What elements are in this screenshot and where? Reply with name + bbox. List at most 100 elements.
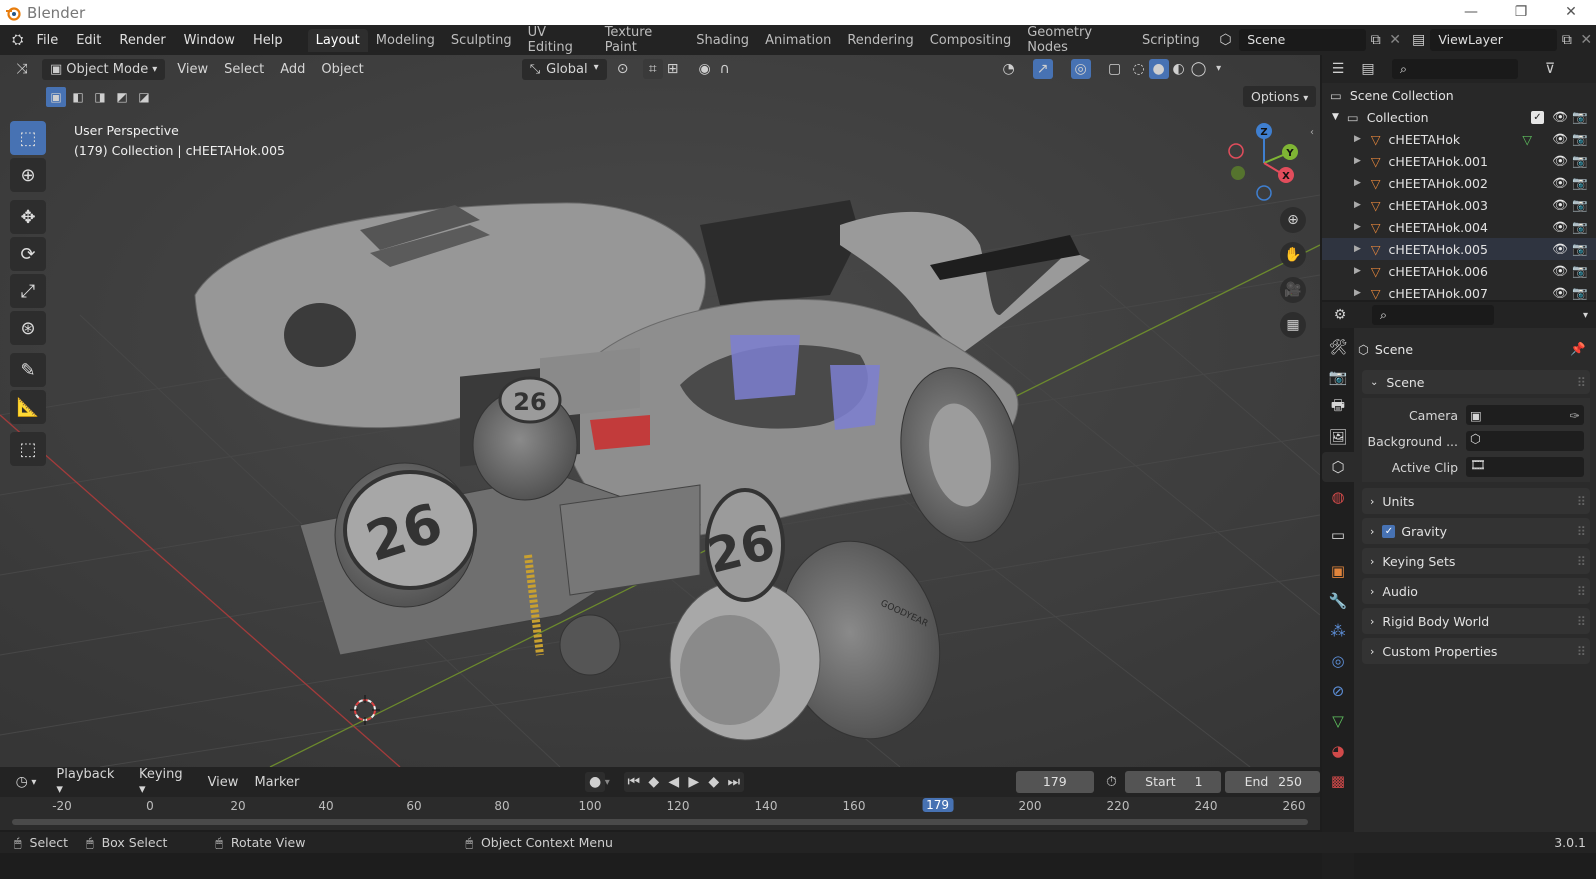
panel-grip-icon[interactable]: ⠿	[1577, 375, 1586, 390]
outliner-editor-icon[interactable]: ☰	[1328, 59, 1348, 79]
jump-end-icon[interactable]: ⏭	[724, 772, 744, 792]
tab-scripting[interactable]: Scripting	[1134, 29, 1208, 52]
chevron-down-icon[interactable]: ▾	[605, 777, 610, 788]
annotate-tool[interactable]: ✎	[10, 353, 46, 387]
menu-edit[interactable]: Edit	[67, 33, 110, 48]
editor-type-icon[interactable]: ⤨	[12, 59, 32, 79]
playhead-frame-indicator[interactable]: 179	[922, 798, 954, 812]
view-layer-icon[interactable]: ▤	[1409, 30, 1428, 50]
tab-uv-editing[interactable]: UV Editing	[520, 21, 597, 59]
gizmo-neg-z[interactable]	[1256, 185, 1272, 201]
scene-selector-icon[interactable]: ⬡	[1216, 30, 1235, 50]
render-camera-icon[interactable]: 📷	[1572, 109, 1588, 125]
tab-scene[interactable]: ⬡	[1322, 452, 1354, 482]
mode-selector[interactable]: ▣ Object Mode ▾	[42, 58, 166, 80]
display-mode-icon[interactable]: ▤	[1358, 59, 1378, 79]
new-view-layer-icon[interactable]: ⧉	[1557, 30, 1576, 50]
menu-window[interactable]: Window	[175, 33, 244, 48]
render-camera-icon[interactable]: 📷	[1572, 241, 1588, 257]
end-frame-field[interactable]: End 250	[1224, 771, 1320, 793]
panel-custom-properties[interactable]: › Custom Properties ⠿	[1362, 638, 1590, 664]
expand-arrow-icon[interactable]: ▶	[1354, 288, 1361, 298]
prev-keyframe-icon[interactable]: ◆	[644, 772, 664, 792]
panel-keying-sets[interactable]: › Keying Sets ⠿	[1362, 548, 1590, 574]
outliner-collection[interactable]: ▼ ▭ Collection ✓ 👁 📷	[1322, 106, 1596, 128]
chevron-down-icon[interactable]: ▾	[31, 777, 36, 788]
navigation-gizmo[interactable]: Z Y X	[1226, 121, 1302, 205]
tab-geometry-nodes[interactable]: Geometry Nodes	[1019, 21, 1134, 59]
menu-select[interactable]: Select	[216, 59, 272, 80]
outliner-search-input[interactable]: ⌕	[1392, 59, 1518, 79]
timeline-view-menu[interactable]: View	[200, 772, 247, 793]
panel-grip-icon[interactable]: ⠿	[1577, 644, 1586, 659]
select-intersect-icon[interactable]: ◪	[134, 87, 154, 107]
tab-data[interactable]: ▽	[1322, 706, 1354, 736]
wireframe-shading-icon[interactable]: ◌	[1129, 59, 1149, 79]
3d-viewport[interactable]: 26 26 26 GOODYEAR ⤨ ▣ Object Mode ▾ View…	[0, 55, 1320, 767]
mesh-data-icon[interactable]: ▽	[1522, 132, 1532, 147]
expand-arrow-icon[interactable]: ▶	[1354, 222, 1361, 232]
visibility-eye-icon[interactable]: 👁	[1552, 131, 1568, 147]
gizmo-toggle-icon[interactable]: ↗	[1032, 59, 1053, 79]
filter-icon[interactable]: ⊽	[1540, 59, 1560, 79]
overlay-toggle-icon[interactable]: ◎	[1070, 59, 1091, 79]
outliner-object-row[interactable]: ▶ ▽ cHEETAHok.001 👁 📷	[1322, 150, 1596, 172]
keying-menu[interactable]: Keying ▾	[131, 764, 200, 800]
tab-layout[interactable]: Layout	[307, 28, 368, 52]
tab-shading[interactable]: Shading	[688, 29, 757, 52]
marker-menu[interactable]: Marker	[246, 772, 307, 793]
outliner-object-row[interactable]: ▶ ▽ cHEETAHok.003 👁 📷	[1322, 194, 1596, 216]
add-cube-tool[interactable]: ⬚	[10, 432, 46, 466]
rotate-tool[interactable]: ⟳	[10, 237, 46, 271]
outliner-object-row[interactable]: ▶ ▽ cHEETAHok.006 👁 📷	[1322, 260, 1596, 282]
tab-texture[interactable]: ▩	[1322, 766, 1354, 796]
active-clip-field[interactable]: 🎞	[1466, 457, 1584, 477]
record-icon[interactable]: ●	[585, 772, 605, 792]
tab-rendering[interactable]: Rendering	[839, 29, 921, 52]
visibility-eye-icon[interactable]: 👁	[1552, 109, 1568, 125]
select-subtract-icon[interactable]: ◨	[90, 87, 110, 107]
shading-options-icon[interactable]: ▾	[1209, 59, 1229, 79]
panel-audio[interactable]: › Audio ⠿	[1362, 578, 1590, 604]
panel-grip-icon[interactable]: ⠿	[1577, 554, 1586, 569]
xray-toggle-icon[interactable]: ▢	[1105, 59, 1125, 79]
panel-grip-icon[interactable]: ⠿	[1577, 584, 1586, 599]
panel-grip-icon[interactable]: ⠿	[1577, 494, 1586, 509]
visibility-eye-icon[interactable]: 👁	[1552, 197, 1568, 213]
tab-tool[interactable]: 🛠	[1322, 332, 1354, 362]
current-frame-field[interactable]: 179	[1015, 771, 1094, 793]
expand-arrow-icon[interactable]: ▶	[1354, 134, 1361, 144]
playback-menu[interactable]: Playback ▾	[48, 764, 131, 800]
delete-scene-icon[interactable]: ✕	[1385, 30, 1404, 50]
visibility-icon[interactable]: ◔	[999, 59, 1019, 79]
tab-animation[interactable]: Animation	[757, 29, 839, 52]
render-camera-icon[interactable]: 📷	[1572, 263, 1588, 279]
expand-arrow-icon[interactable]: ▶	[1354, 244, 1361, 254]
outliner-scene-collection[interactable]: ▭ Scene Collection	[1322, 84, 1596, 106]
maximize-button[interactable]: ❐	[1496, 0, 1546, 25]
zoom-icon[interactable]: ⊕	[1280, 207, 1306, 233]
render-camera-icon[interactable]: 📷	[1572, 153, 1588, 169]
pan-hand-icon[interactable]: ✋	[1280, 242, 1306, 268]
tab-compositing[interactable]: Compositing	[922, 29, 1020, 52]
expand-arrow-icon[interactable]: ▶	[1354, 178, 1361, 188]
options-dropdown[interactable]: Options ▾	[1243, 86, 1317, 107]
expand-arrow-icon[interactable]: ▶	[1354, 266, 1361, 276]
gizmo-neg-y[interactable]	[1231, 166, 1245, 180]
render-camera-icon[interactable]: 📷	[1572, 197, 1588, 213]
select-box-tool[interactable]: ⬚	[10, 121, 46, 155]
move-tool[interactable]: ✥	[10, 200, 46, 234]
panel-scene[interactable]: ⌄ Scene ⠿	[1362, 370, 1590, 394]
outliner-object-row[interactable]: ▶ ▽ cHEETAHok.005 👁 📷	[1322, 238, 1596, 260]
tab-texture-paint[interactable]: Texture Paint	[597, 21, 689, 59]
next-keyframe-icon[interactable]: ◆	[704, 772, 724, 792]
visibility-eye-icon[interactable]: 👁	[1552, 241, 1568, 257]
panel-units[interactable]: › Units ⠿	[1362, 488, 1590, 514]
timeline-editor-icon[interactable]: ◷	[12, 772, 31, 792]
pin-icon[interactable]: 📌	[1570, 341, 1586, 357]
visibility-eye-icon[interactable]: 👁	[1552, 285, 1568, 301]
start-frame-field[interactable]: Start 1	[1125, 771, 1221, 793]
new-scene-icon[interactable]: ⧉	[1366, 30, 1385, 50]
select-extend-icon[interactable]: ◧	[68, 87, 88, 107]
visibility-eye-icon[interactable]: 👁	[1552, 153, 1568, 169]
